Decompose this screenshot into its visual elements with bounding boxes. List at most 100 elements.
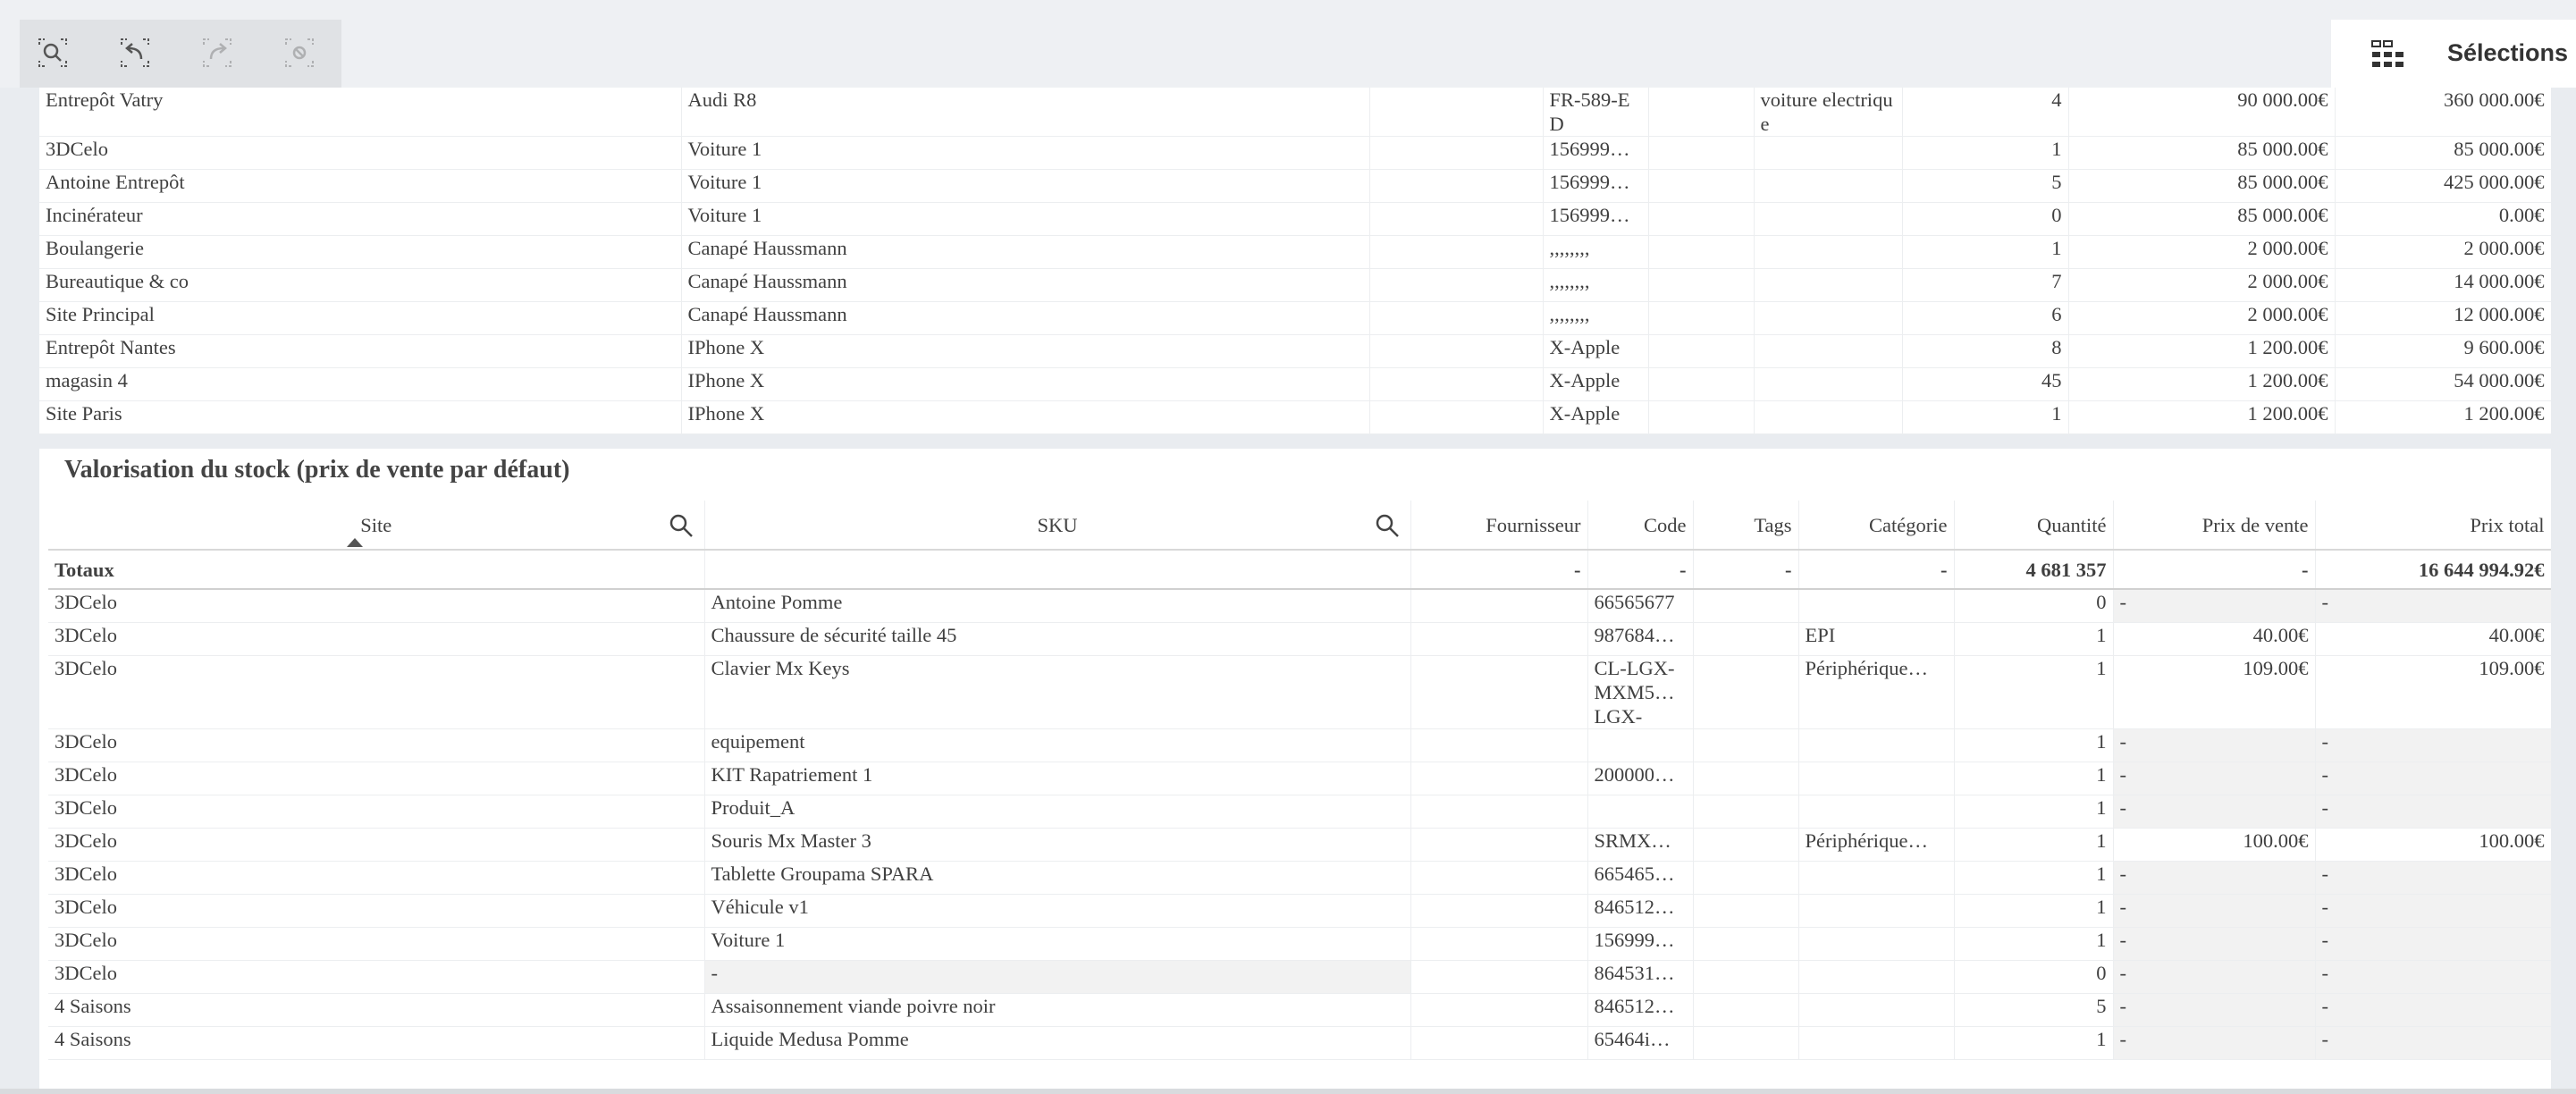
cell-categorie: voiture electrique	[1754, 88, 1903, 137]
cell-site[interactable]: 3DCelo	[48, 589, 705, 623]
cell-site[interactable]: 3DCelo	[48, 728, 705, 762]
table-row[interactable]: 3DCelo KIT Rapatriement 1 200000… 1- -	[48, 762, 2551, 795]
step-back-button[interactable]	[116, 34, 154, 72]
cell-categorie: EPI	[1798, 622, 1955, 656]
cell-site[interactable]: Boulangerie	[39, 235, 682, 269]
table-row[interactable]: 3DCelo Antoine Pomme 66565677 0- -	[48, 589, 2551, 623]
table-row[interactable]: magasin 4 IPhone X X-Apple 45 1 200.00€ 54 00…	[39, 367, 2551, 401]
table-row[interactable]: 3DCelo Voiture 1 156999… 1- -	[48, 927, 2551, 961]
cell-site[interactable]: 3DCelo	[48, 894, 705, 928]
cell-sku[interactable]: Canapé Haussmann	[681, 301, 1370, 335]
cell-sku[interactable]: Véhicule v1	[704, 894, 1411, 928]
cell-site[interactable]: 3DCelo	[48, 927, 705, 961]
smart-search-button[interactable]	[34, 34, 72, 72]
cell-site[interactable]: Bureautique & co	[39, 268, 682, 302]
table-row[interactable]: 3DCelo Produit_A 1- -	[48, 795, 2551, 829]
cell-prix-vente: 2 000.00€	[2068, 268, 2336, 302]
cell-site[interactable]: Site Principal	[39, 301, 682, 335]
table-row[interactable]: 4 Saisons Assaisonnement viande poivre no…	[48, 993, 2551, 1027]
panel-title: Valorisation du stock (prix de vente par…	[64, 456, 570, 484]
table-row[interactable]: Site Principal Canapé Haussmann,,,,,,,, 6 2…	[39, 301, 2551, 335]
cell-prix-vente: 85 000.00€	[2068, 136, 2336, 170]
table-row[interactable]: Site Paris IPhone X X-Apple 1 1 200.00€ 1 200…	[39, 400, 2551, 434]
cell-site[interactable]: 4 Saisons	[48, 993, 705, 1027]
cell-site[interactable]: Site Paris	[39, 400, 682, 434]
cell-site[interactable]: 3DCelo	[48, 861, 705, 895]
table-row[interactable]: 3DCelo Chaussure de sécurité taille 45 987…	[48, 622, 2551, 656]
table-row[interactable]: 3DCelo Véhicule v1 846512… 1- -	[48, 894, 2551, 928]
cell-sku[interactable]: IPhone X	[681, 334, 1370, 368]
cell-sku[interactable]: IPhone X	[681, 400, 1370, 434]
table-row[interactable]: Entrepôt Vatry Audi R8 FR-589-ED voiture el…	[39, 88, 2551, 137]
column-header-prix-vente[interactable]: Prix de vente	[2113, 501, 2316, 551]
cell-sku[interactable]: Souris Mx Master 3	[704, 828, 1411, 862]
cell-sku[interactable]: Voiture 1	[681, 202, 1370, 236]
cell-quantite: 5	[1954, 993, 2114, 1027]
table-row[interactable]: 4 Saisons Liquide Medusa Pomme 65464i… 1- -	[48, 1026, 2551, 1060]
table-row[interactable]: 3DCelo Voiture 1 156999… 1 85 000.00€ 85 000.…	[39, 136, 2551, 170]
cell-sku[interactable]: equipement	[704, 728, 1411, 762]
cell-site[interactable]: 3DCelo	[48, 828, 705, 862]
cell-sku[interactable]: Audi R8	[681, 88, 1370, 137]
cell-sku[interactable]: Tablette Groupama SPARA	[704, 861, 1411, 895]
cell-site[interactable]: 3DCelo	[48, 762, 705, 795]
column-header-prix-total[interactable]: Prix total	[2315, 501, 2551, 551]
cell-sku[interactable]: Canapé Haussmann	[681, 268, 1370, 302]
step-forward-button[interactable]	[198, 34, 236, 72]
cell-site[interactable]: Antoine Entrepôt	[39, 169, 682, 203]
cell-site[interactable]: 3DCelo	[39, 136, 682, 170]
clear-selections-button[interactable]	[281, 34, 318, 72]
cell-sku[interactable]: KIT Rapatriement 1	[704, 762, 1411, 795]
table-row[interactable]: Entrepôt Nantes IPhone X X-Apple 8 1 200.00€…	[39, 334, 2551, 368]
cell-sku[interactable]: Liquide Medusa Pomme	[704, 1026, 1411, 1060]
cell-sku[interactable]: Produit_A	[704, 795, 1411, 829]
column-header-sku[interactable]: SKU	[704, 501, 1411, 551]
cell-sku[interactable]: Voiture 1	[681, 169, 1370, 203]
cell-categorie	[1798, 795, 1955, 829]
cell-site[interactable]: 3DCelo	[48, 960, 705, 994]
table-row[interactable]: 3DCelo Tablette Groupama SPARA 665465… 1- -	[48, 861, 2551, 895]
cell-code: ,,,,,,,,	[1543, 268, 1649, 302]
cell-sku[interactable]: Voiture 1	[704, 927, 1411, 961]
cell-sku[interactable]: Clavier Mx Keys	[704, 655, 1411, 729]
cell-site[interactable]: Entrepôt Vatry	[39, 88, 682, 137]
cell-sku[interactable]: Canapé Haussmann	[681, 235, 1370, 269]
table-row[interactable]: 3DCelo equipement 1- -	[48, 728, 2551, 762]
column-header-quantite[interactable]: Quantité	[1954, 501, 2114, 551]
table-row[interactable]: 3DCelo Clavier Mx Keys CL-LGX-MXM5… LGX- Pé…	[48, 655, 2551, 729]
cell-sku[interactable]: Assaisonnement viande poivre noir	[704, 993, 1411, 1027]
cell-sku[interactable]: Chaussure de sécurité taille 45	[704, 622, 1411, 656]
search-icon[interactable]	[1375, 513, 1400, 538]
cell-quantite: 0	[1902, 202, 2069, 236]
table-row[interactable]: Boulangerie Canapé Haussmann,,,,,,,, 1 2 00…	[39, 235, 2551, 269]
cell-site[interactable]: magasin 4	[39, 367, 682, 401]
cell-site[interactable]: 4 Saisons	[48, 1026, 705, 1060]
table-row[interactable]: 3DCelo Souris Mx Master 3 SRMX… Périphériqu…	[48, 828, 2551, 862]
cell-sku[interactable]: -	[704, 960, 1411, 994]
cell-sku[interactable]: IPhone X	[681, 367, 1370, 401]
cell-site[interactable]: Entrepôt Nantes	[39, 334, 682, 368]
totals-prix-vente: -	[2113, 550, 2316, 590]
search-icon[interactable]	[669, 513, 694, 538]
cell-site[interactable]: Incinérateur	[39, 202, 682, 236]
column-header-fournisseur[interactable]: Fournisseur	[1410, 501, 1588, 551]
cell-site[interactable]: 3DCelo	[48, 622, 705, 656]
table-row[interactable]: Antoine Entrepôt Voiture 1 156999… 5 85 000.…	[39, 169, 2551, 203]
column-header-tags[interactable]: Tags	[1693, 501, 1799, 551]
cell-site[interactable]: 3DCelo	[48, 795, 705, 829]
column-header-categorie[interactable]: Catégorie	[1798, 501, 1955, 551]
table-row[interactable]: 3DCelo -864531… 0- -	[48, 960, 2551, 994]
table-row[interactable]: Bureautique & co Canapé Haussmann,,,,,,,,…	[39, 268, 2551, 302]
cell-sku[interactable]: Voiture 1	[681, 136, 1370, 170]
column-header-site[interactable]: Site	[48, 501, 705, 551]
cell-code: 156999…	[1543, 202, 1649, 236]
cell-site[interactable]: 3DCelo	[48, 655, 705, 729]
cell-categorie	[1754, 235, 1903, 269]
cell-tags	[1648, 88, 1755, 137]
cell-sku[interactable]: Antoine Pomme	[704, 589, 1411, 623]
cell-prix-vente: -	[2113, 927, 2316, 961]
selections-button[interactable]: Sélections	[2331, 20, 2576, 88]
column-header-code[interactable]: Code	[1587, 501, 1694, 551]
table-row[interactable]: Incinérateur Voiture 1 156999… 0 85 000.00€ 0…	[39, 202, 2551, 236]
cell-fournisseur	[1369, 301, 1544, 335]
